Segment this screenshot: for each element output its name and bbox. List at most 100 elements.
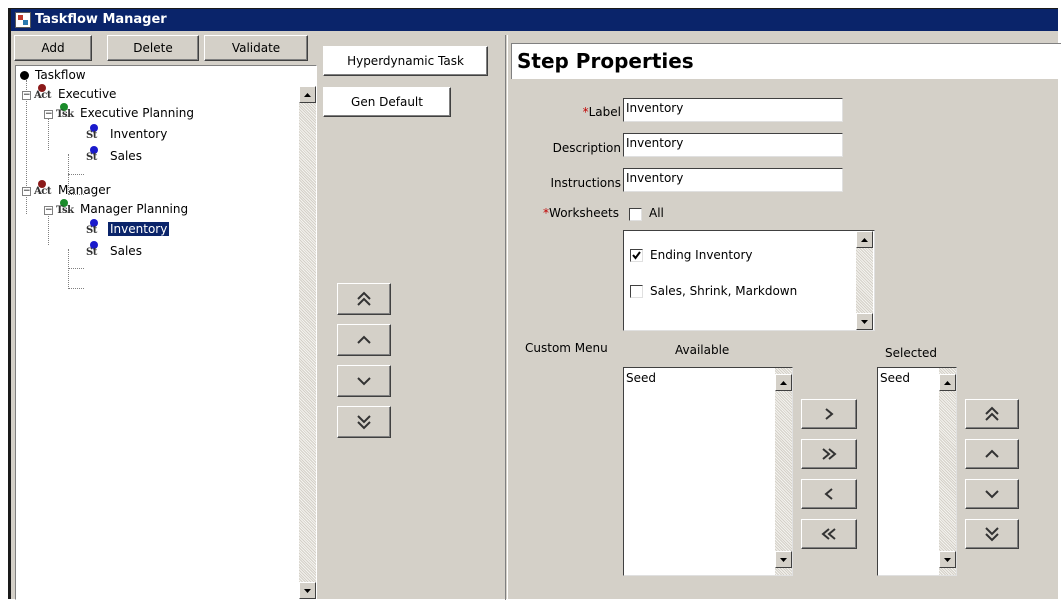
remove-all-button[interactable]: [801, 519, 857, 549]
worksheets-scroll-up-button[interactable]: [856, 231, 873, 248]
triangle-up-icon: [861, 237, 868, 242]
selected-move-top-button[interactable]: [965, 399, 1019, 429]
tree-node-label: Sales: [110, 149, 142, 163]
worksheet-label-sales-shrink-markdown: Sales, Shrink, Markdown: [650, 284, 798, 298]
selected-move-bottom-button[interactable]: [965, 519, 1019, 549]
all-worksheets-checkbox[interactable]: [629, 208, 642, 221]
tree-line: [68, 174, 84, 175]
tree-line: [68, 268, 84, 269]
collapse-toggle-icon[interactable]: −: [44, 110, 53, 119]
worksheet-label-ending-inventory: Ending Inventory: [650, 248, 753, 262]
tree-node-taskflow[interactable]: Taskflow: [20, 66, 88, 84]
move-up-button[interactable]: [337, 324, 391, 356]
tree-line: [48, 211, 49, 245]
move-down-button[interactable]: [337, 365, 391, 397]
custom-menu-label: Custom Menu: [525, 341, 608, 355]
selected-scroll-down-button[interactable]: [939, 551, 956, 568]
title-bar[interactable]: Taskflow Manager: [11, 9, 1058, 31]
validate-button[interactable]: Validate: [204, 35, 308, 61]
collapse-toggle-icon[interactable]: −: [22, 91, 31, 100]
tree-node-label: Executive Planning: [80, 106, 194, 120]
double-chevron-down-icon: [357, 415, 371, 430]
worksheet-checkbox-ending-inventory[interactable]: [630, 249, 643, 262]
selected-move-down-button[interactable]: [965, 479, 1019, 509]
move-bottom-button[interactable]: [337, 406, 391, 438]
actor-icon: Act: [34, 180, 52, 198]
selected-list-item[interactable]: Seed: [880, 371, 910, 385]
collapse-toggle-icon[interactable]: −: [22, 187, 31, 196]
step-icon: St: [86, 241, 104, 259]
tree-scroll-up-button[interactable]: [299, 86, 316, 103]
root-dot-icon: [20, 71, 29, 80]
gen-default-button[interactable]: Gen Default: [323, 87, 451, 117]
chevron-up-icon: [357, 335, 371, 344]
tree-node-manager-planning[interactable]: Manager Planning: [78, 200, 190, 218]
worksheets-scrollbar[interactable]: [856, 231, 873, 330]
triangle-down-icon: [780, 557, 787, 562]
description-field-label: Description: [552, 141, 621, 155]
tree-node-inventory[interactable]: Inventory: [108, 125, 169, 143]
all-checkbox-label: All: [649, 206, 664, 220]
add-one-button[interactable]: [801, 399, 857, 429]
tree-node-label: Taskflow: [35, 68, 86, 82]
double-chevron-right-icon: [822, 448, 837, 460]
tree-node-sales[interactable]: Sales: [108, 147, 144, 165]
step-icon: St: [86, 124, 104, 142]
selected-move-up-button[interactable]: [965, 439, 1019, 469]
worksheets-scroll-down-button[interactable]: [856, 313, 873, 330]
available-scrollbar[interactable]: [775, 368, 792, 575]
chevron-down-icon: [985, 490, 999, 499]
checkmark-icon: [632, 251, 641, 260]
selected-scroll-up-button[interactable]: [939, 374, 956, 391]
available-list-item[interactable]: Seed: [626, 371, 656, 385]
tree-node-manager[interactable]: Manager: [56, 181, 113, 199]
double-chevron-down-icon: [985, 527, 999, 542]
step-icon: St: [86, 146, 104, 164]
chevron-right-icon: [825, 408, 834, 420]
task-icon: Tsk: [56, 199, 74, 217]
available-list[interactable]: Seed: [623, 367, 793, 576]
tree-node-executive[interactable]: Executive: [56, 85, 118, 103]
add-button[interactable]: Add: [14, 35, 92, 61]
worksheets-list[interactable]: Ending Inventory Sales, Shrink, Markdown: [623, 230, 875, 331]
label-field-label: *Label: [582, 105, 621, 119]
actor-icon: Act: [34, 84, 52, 102]
tree-node-inventory-selected[interactable]: Inventory: [108, 220, 170, 238]
tree-node-label: Inventory: [108, 222, 170, 236]
tree-node-executive-planning[interactable]: Executive Planning: [78, 104, 196, 122]
tree-line: [68, 249, 69, 289]
collapse-toggle-icon[interactable]: −: [44, 206, 53, 215]
tree-node-sales[interactable]: Sales: [108, 242, 144, 260]
app-icon: [15, 12, 31, 28]
move-top-button[interactable]: [337, 283, 391, 315]
tree-node-label: Manager: [58, 183, 111, 197]
remove-one-button[interactable]: [801, 479, 857, 509]
double-chevron-left-icon: [821, 528, 836, 540]
tree-scrollbar[interactable]: [299, 86, 316, 599]
instructions-input[interactable]: Inventory: [623, 168, 843, 192]
label-input[interactable]: Inventory: [623, 98, 843, 122]
double-chevron-up-icon: [985, 406, 999, 421]
step-icon: St: [86, 219, 104, 237]
panel-divider[interactable]: [505, 35, 508, 600]
taskflow-tree[interactable]: Taskflow − Act Executive − Tsk Executive…: [15, 65, 317, 600]
available-label: Available: [675, 343, 730, 357]
tree-scroll-down-button[interactable]: [299, 582, 316, 599]
description-input[interactable]: Inventory: [623, 133, 843, 157]
tree-node-label: Inventory: [110, 127, 168, 141]
chevron-left-icon: [824, 488, 833, 500]
selected-scrollbar[interactable]: [939, 368, 956, 575]
available-scroll-up-button[interactable]: [775, 374, 792, 391]
available-scroll-down-button[interactable]: [775, 551, 792, 568]
hyperdynamic-task-button[interactable]: Hyperdynamic Task: [323, 46, 488, 76]
worksheets-field-label: *Worksheets: [543, 206, 619, 220]
worksheet-checkbox-sales-shrink-markdown[interactable]: [630, 285, 643, 298]
tree-node-label: Manager Planning: [80, 202, 189, 216]
delete-button[interactable]: Delete: [107, 35, 199, 61]
add-all-button[interactable]: [801, 439, 857, 469]
chevron-down-icon: [357, 377, 371, 386]
triangle-down-icon: [304, 588, 311, 593]
window-title: Taskflow Manager: [35, 12, 167, 27]
selected-list[interactable]: Seed: [877, 367, 957, 576]
tree-node-label: Executive: [58, 87, 117, 101]
